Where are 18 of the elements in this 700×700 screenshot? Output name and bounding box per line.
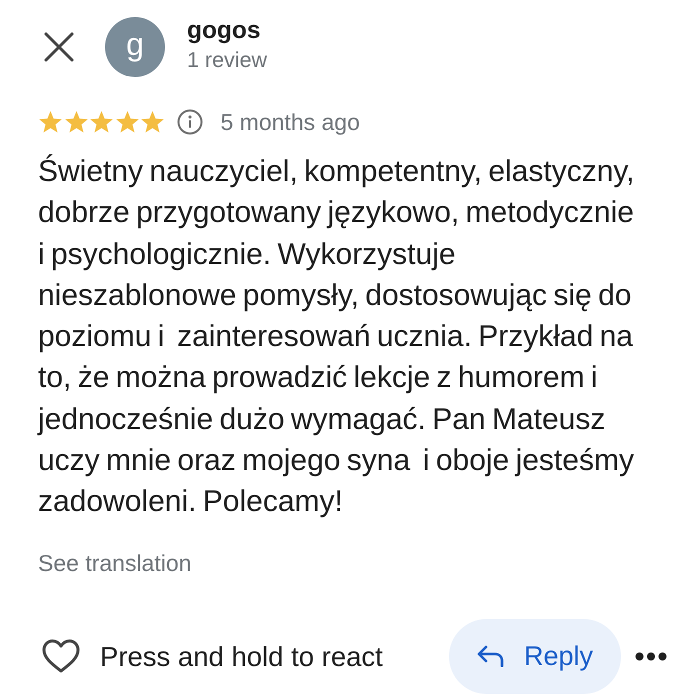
star-icon (140, 110, 165, 134)
close-icon[interactable] (44, 32, 74, 62)
star-icon (114, 110, 140, 134)
avatar: g (105, 17, 165, 77)
info-icon[interactable] (176, 109, 202, 135)
review-text: Świetny nauczyciel, kompetentny, elastyczny, dobrze przygotowany językowo, metodycznie i psychologicznie. Wykorzystuje nieszablonowe pomysły, dostosowując się do poziomu i zainteresowań ucznia. Przykład na to, że można prowadzić lekcje z humorem i jednocześnie dużo wymagać. Pan Mateusz uczy mnie oraz mojego syna i oboje jesteśmy zadowoleni. Polecamy! (38, 153, 636, 520)
star-icon (38, 110, 63, 134)
more-options-icon[interactable] (635, 652, 667, 661)
star-icon (64, 110, 88, 134)
review-count: 1 review (187, 48, 268, 73)
review-time: 5 months ago (220, 108, 360, 137)
reply-button[interactable]: Reply (449, 618, 621, 694)
star-icon (89, 110, 114, 134)
author-name[interactable]: gogos (187, 17, 260, 46)
heart-icon[interactable] (42, 638, 80, 674)
react-hint: Press and hold to react (100, 640, 383, 674)
reply-arrow-icon (476, 645, 504, 668)
see-translation-link[interactable]: See translation (38, 550, 192, 576)
